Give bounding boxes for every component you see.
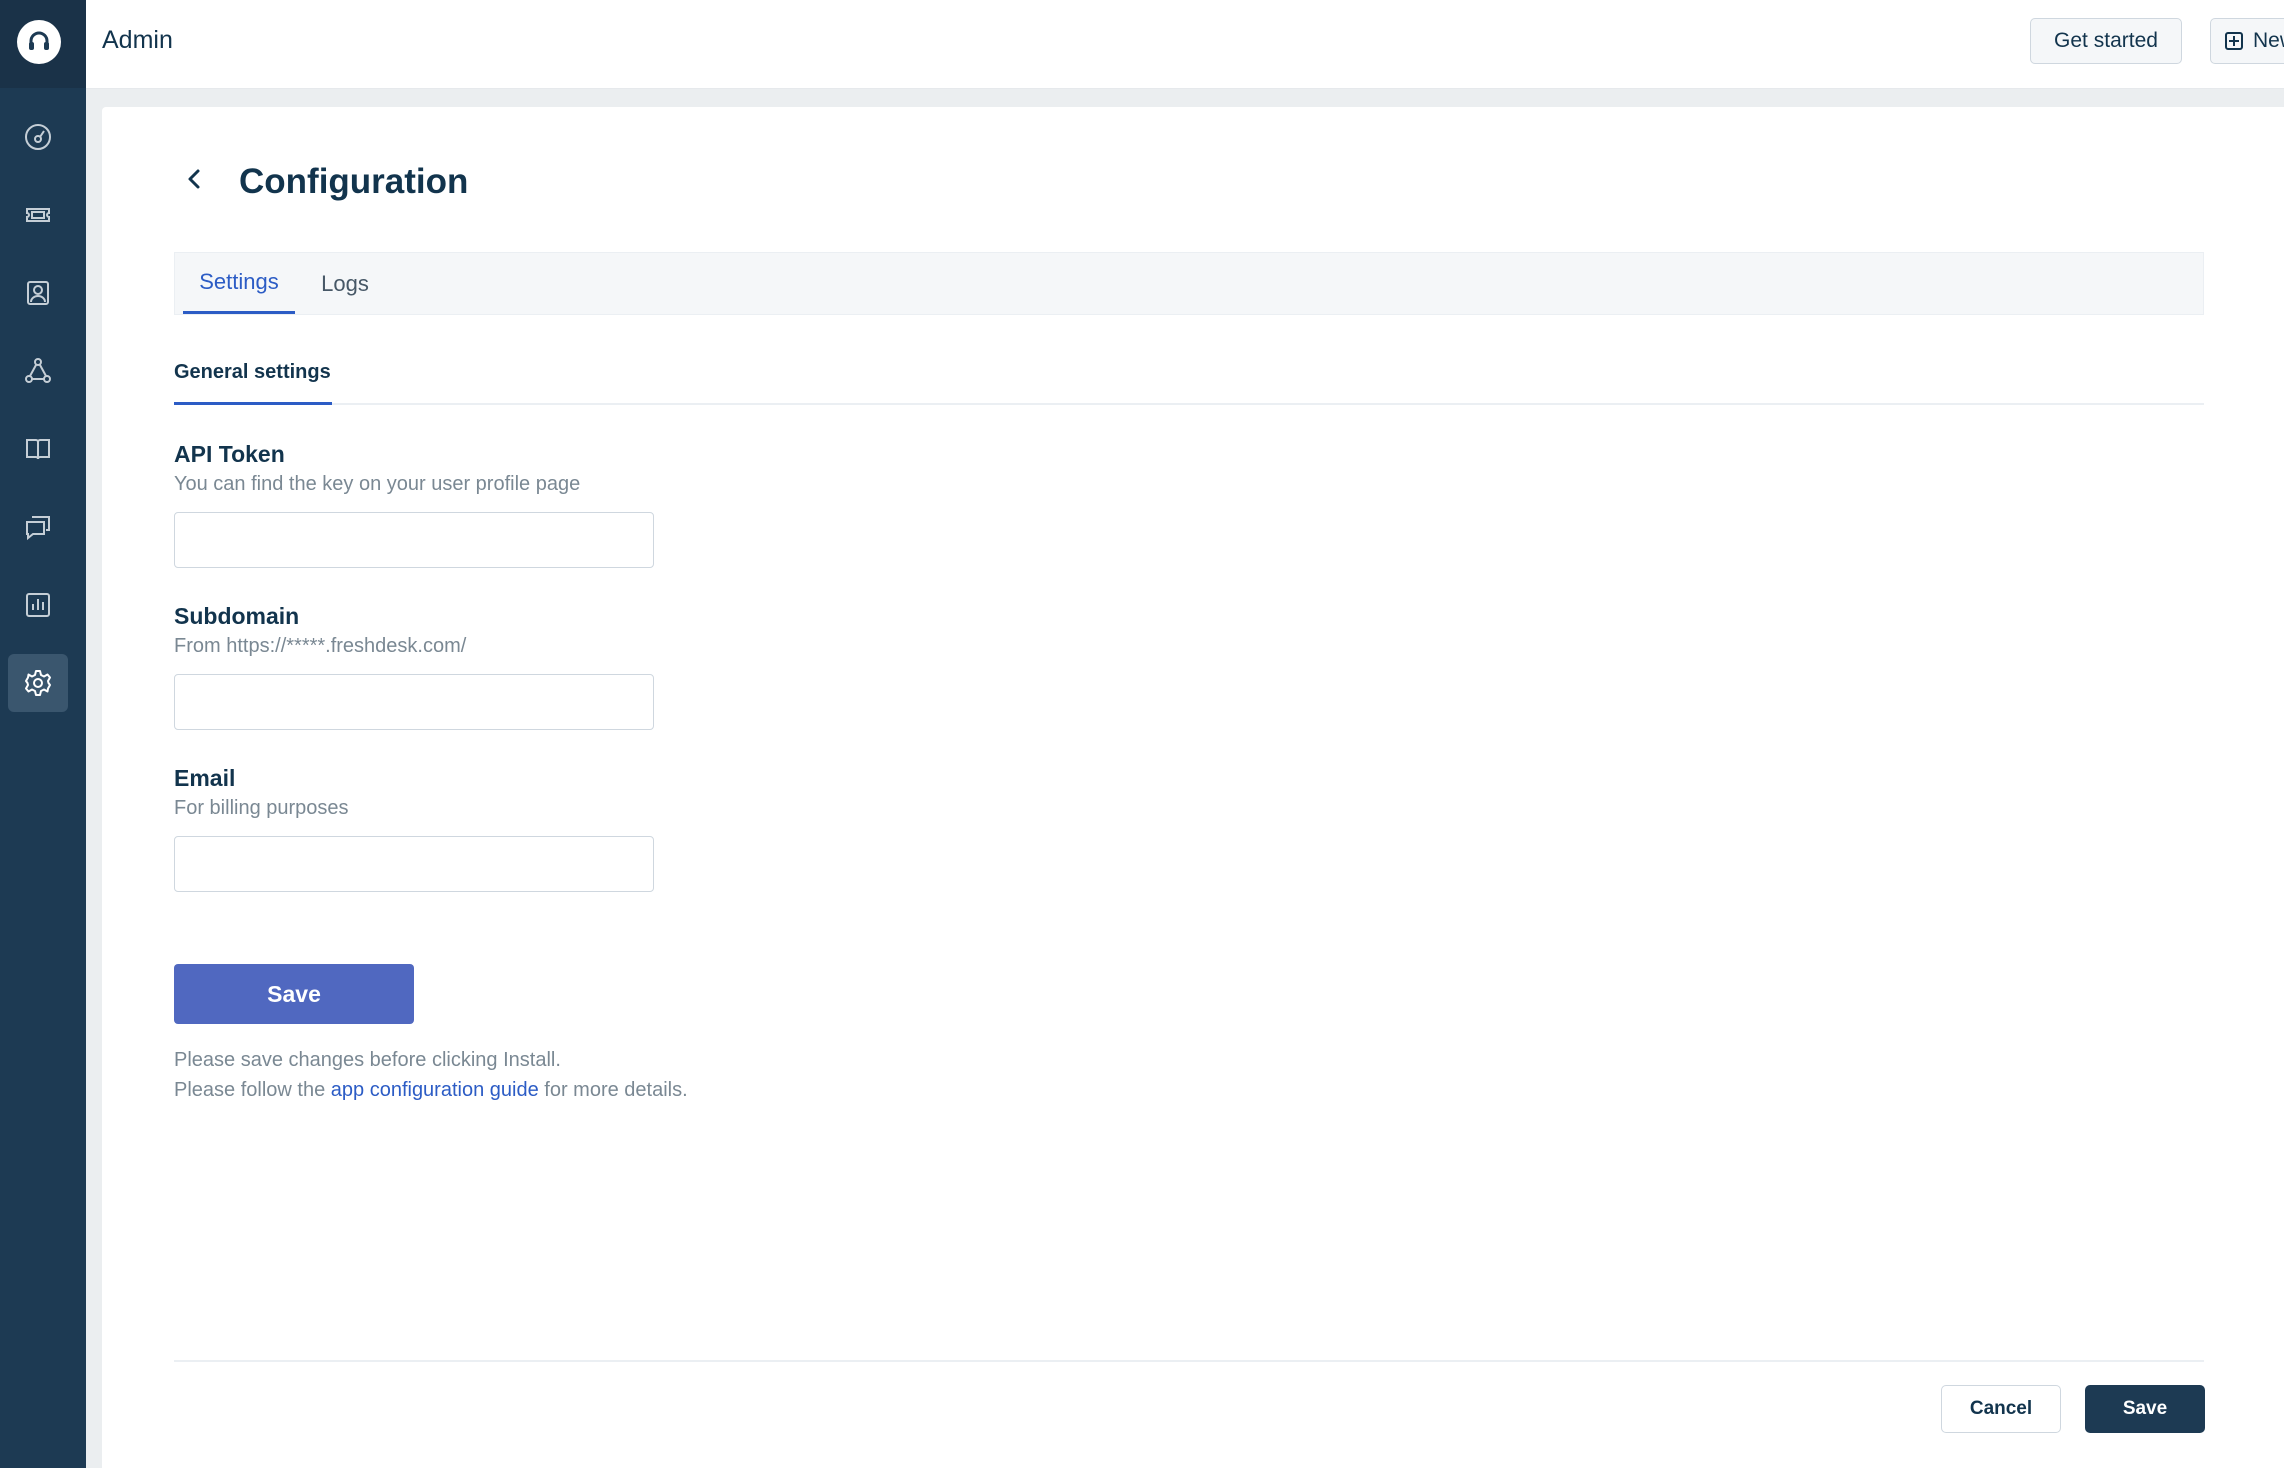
sidebar-item-admin[interactable] — [8, 654, 68, 712]
sidebar-item-discussions[interactable] — [8, 498, 68, 556]
dashboard-icon — [25, 124, 51, 150]
chevron-left-icon — [188, 169, 200, 189]
tab-bar: Settings Logs — [174, 252, 2204, 315]
subdomain-input[interactable] — [174, 674, 654, 730]
new-button-label: New — [2253, 29, 2284, 52]
sidebar-item-dashboard[interactable] — [8, 108, 68, 166]
sidebar-item-tickets[interactable] — [8, 186, 68, 244]
guide-note-suffix: for more details. — [538, 1079, 688, 1101]
email-label: Email — [174, 765, 236, 791]
analytics-icon — [26, 593, 50, 617]
email-input[interactable] — [174, 836, 654, 892]
sidebar-item-solutions[interactable] — [8, 420, 68, 478]
sidebar-item-contacts[interactable] — [8, 264, 68, 322]
save-button[interactable]: Save — [2085, 1385, 2205, 1433]
section-tab-general-settings[interactable]: General settings — [174, 361, 331, 403]
section-tab-underline — [174, 402, 332, 405]
subdomain-label: Subdomain — [174, 603, 300, 629]
guide-note: Please follow the app configuration guid… — [174, 1079, 688, 1102]
tab-logs[interactable]: Logs — [305, 253, 385, 314]
cancel-button[interactable]: Cancel — [1941, 1385, 2061, 1433]
app-configuration-guide-link[interactable]: app configuration guide — [331, 1079, 539, 1101]
plus-square-icon — [2225, 32, 2243, 50]
email-hint: For billing purposes — [174, 797, 349, 819]
sidebar — [0, 0, 86, 1468]
get-started-button[interactable]: Get started — [2030, 18, 2182, 64]
sidebar-item-groups[interactable] — [8, 342, 68, 400]
guide-note-prefix: Please follow the — [174, 1079, 331, 1101]
api-token-label: API Token — [174, 441, 285, 467]
tab-settings[interactable]: Settings — [183, 253, 295, 314]
top-header: Admin Get started New — [86, 0, 2284, 89]
subdomain-hint: From https://*****.freshdesk.com/ — [174, 635, 467, 657]
save-settings-button[interactable]: Save — [174, 964, 414, 1024]
api-token-hint: You can find the key on your user profil… — [174, 473, 581, 495]
page-title: Configuration — [239, 162, 469, 201]
section-divider — [174, 403, 2204, 405]
discussions-icon — [26, 516, 50, 541]
api-token-input[interactable] — [174, 512, 654, 568]
main-card: Configuration Settings Logs General sett… — [102, 107, 2284, 1468]
tickets-icon — [26, 208, 50, 222]
contacts-icon — [27, 281, 49, 305]
save-note: Please save changes before clicking Inst… — [174, 1049, 561, 1071]
app: Admin Get started New Configuration Sett… — [0, 0, 2284, 1468]
headset-logo-icon[interactable] — [17, 20, 61, 64]
sidebar-item-analytics[interactable] — [8, 576, 68, 634]
new-button[interactable]: New — [2210, 18, 2284, 64]
footer-divider — [174, 1360, 2204, 1362]
solutions-icon — [26, 439, 50, 460]
groups-icon — [25, 358, 51, 383]
header-title: Admin — [102, 26, 173, 54]
gear-icon — [25, 670, 51, 696]
back-button[interactable] — [174, 159, 214, 199]
